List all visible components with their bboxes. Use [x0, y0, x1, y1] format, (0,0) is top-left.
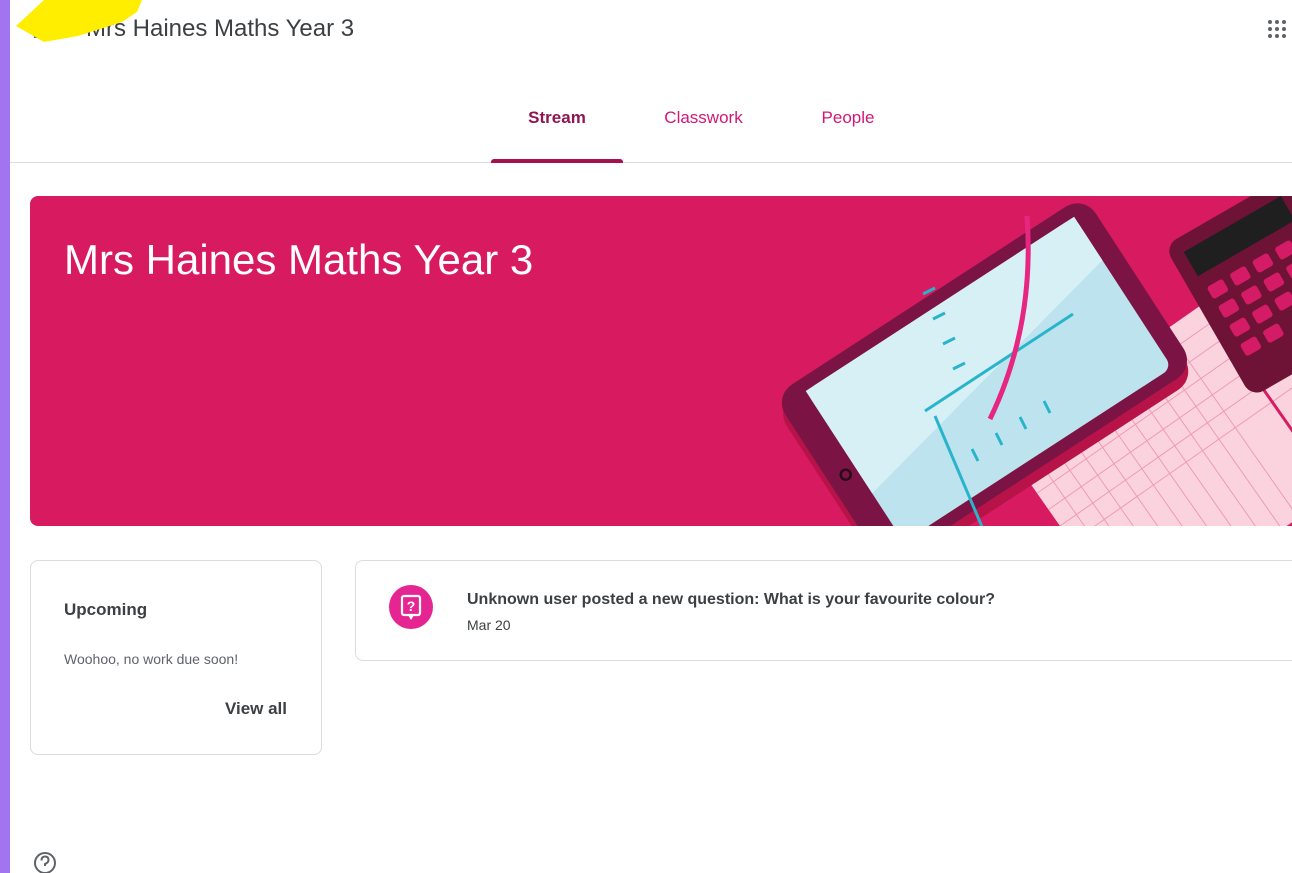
class-tab-bar: Stream Classwork People: [10, 82, 1292, 163]
tab-stream[interactable]: Stream: [491, 82, 623, 163]
google-apps-button[interactable]: [1268, 20, 1292, 44]
class-banner: Mrs Haines Maths Year 3: [30, 196, 1292, 526]
banner-class-title: Mrs Haines Maths Year 3: [64, 236, 534, 283]
active-tab-indicator: [491, 159, 623, 163]
question-icon: ?: [389, 585, 433, 629]
tab-people[interactable]: People: [798, 82, 898, 162]
classroom-page: Mrs Haines Maths Year 3 Stream Classwork…: [10, 0, 1292, 873]
view-all-link[interactable]: View all: [225, 699, 287, 719]
stream-post[interactable]: ? Unknown user posted a new question: Wh…: [355, 560, 1292, 661]
post-title: Unknown user posted a new question: What…: [467, 591, 996, 608]
highlight-arrow-icon: [16, 0, 142, 42]
upcoming-message: Woohoo, no work due soon!: [64, 651, 239, 667]
post-date: Mar 20: [467, 617, 511, 633]
tab-people-label: People: [821, 108, 875, 127]
tab-classwork[interactable]: Classwork: [645, 82, 762, 162]
help-icon: [34, 852, 56, 873]
svg-text:?: ?: [407, 598, 416, 614]
top-app-bar: Mrs Haines Maths Year 3: [10, 0, 1292, 64]
upcoming-card: Upcoming Woohoo, no work due soon! View …: [30, 560, 322, 755]
tab-classwork-label: Classwork: [664, 108, 743, 127]
upcoming-title: Upcoming: [64, 600, 148, 619]
tab-stream-label: Stream: [528, 108, 586, 127]
help-button[interactable]: [32, 850, 58, 873]
